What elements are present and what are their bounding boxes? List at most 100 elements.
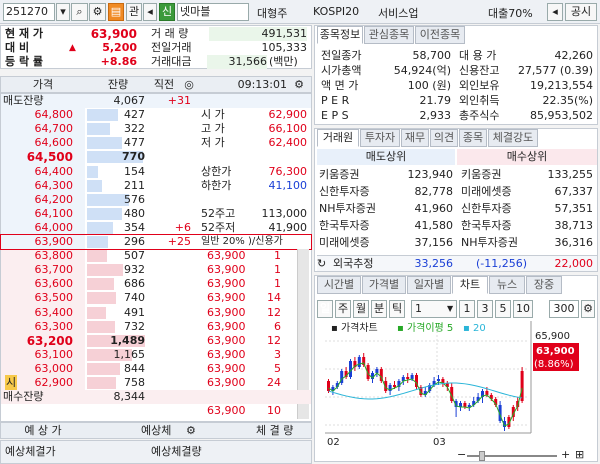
tab-chart-1[interactable]: 가격별 [362,276,406,294]
bid-row[interactable]: 63,600 686 [1,277,201,291]
interval-5-button[interactable]: 5 [495,300,511,318]
info-label: 저 가 [201,136,225,149]
period-month-button[interactable]: 월 [353,300,369,318]
tab-broker-5[interactable]: 체결강도 [488,129,538,147]
tab-broker-4[interactable]: 종목 [459,129,487,147]
up-triangle-icon: ▲ [69,43,76,53]
settings-icon[interactable]: ⚙ [291,77,307,93]
tab-broker-1[interactable]: 투자자 [360,129,400,147]
chart-panel: 시간별 가격별 일자별 차트 뉴스 장중 일 주 월 분 틱 1 ▼ 1 3 5 10 3… [314,275,598,462]
foreign-row: ↻ 외국추정 33,256 (-11,256) 22,000 [317,255,597,271]
foreign-net: (-11,256) [475,257,527,270]
bid-qty: 740 [124,291,145,304]
candle-body [437,379,440,381]
buy-broker-name: 한국투자증 [461,219,512,232]
sell-broker-qty: 41,960 [414,202,454,215]
sector-index: KOSPI20 [313,5,360,18]
tab-chart-3[interactable]: 차트 [452,276,488,294]
ask-row[interactable]: 64,500 770 [1,150,311,164]
count-input[interactable]: 300 [549,300,579,318]
period-minute-button[interactable]: 분 [371,300,387,318]
buy-broker-name: 신한투자증 [461,202,512,215]
time-display: 09:13:01 [237,78,287,91]
gwan-arrow-icon[interactable]: ◂ [143,3,157,21]
clock-icon[interactable]: ◎ [181,77,197,93]
tab-broker-2[interactable]: 재무 [401,129,429,147]
interval-10-button[interactable]: 10 [513,300,533,318]
expected-label: 예상체 [141,424,172,437]
stock-name-field[interactable]: 넷마블 [177,3,249,21]
tab-broker-0[interactable]: 거래원 [317,129,359,147]
rate-value: +8.86 [100,55,137,68]
tab-watchlist[interactable]: 관심종목 [364,26,414,44]
zoom-reset-icon[interactable]: ⊞ [575,448,584,461]
bid-row[interactable]: 63,000 844 [1,362,201,376]
sell-broker-qty: 41,580 [414,219,454,232]
info-left-label: 전일종가 [321,49,362,62]
credit-badge: 신 [159,3,175,21]
volume-label: 거 래 량 [151,27,189,40]
legend-price: ▪ 가격차트 [331,321,378,334]
period-tick-button[interactable]: 틱 [389,300,405,318]
foreign-sell: 33,256 [414,257,454,270]
bid-total-row: 매수잔량 8,344 [1,390,311,404]
buy-broker-name: 키움증권 [461,168,502,181]
candle-body [393,385,396,387]
candle-body [357,357,361,367]
expected-price-label: 예 상 가 [24,424,62,437]
settings-icon[interactable]: ⚙ [186,423,200,439]
info-left-value: 54,924(억) [393,64,451,77]
price-label: 현 재 가 [5,27,44,40]
bid-row[interactable]: 63,300 732 [1,320,201,334]
zoom-out-icon[interactable]: − [457,448,466,461]
info-value: 62,400 [268,136,308,149]
candle-body [485,391,489,395]
price-chart[interactable]: ▪ 가격차트 ▪ 가격이평 5 ▪ 20 65,900 63,900 (8.86%) 02 0… [317,321,597,451]
prev-volume-label: 전일거래 [151,41,192,54]
refresh-icon[interactable]: ↻ [317,256,331,272]
bid-row[interactable]: 63,100 1,165 [1,348,201,362]
info-value: 41,100 [268,179,308,192]
bid-row[interactable]: 63,200 1,489 [1,334,201,348]
tab-stock-info[interactable]: 종목정보 [317,26,363,44]
gwan-icon[interactable]: ▤ [108,3,124,21]
tab-chart-5[interactable]: 장중 [526,276,562,294]
search-icon[interactable]: ⌕ [71,3,88,21]
disclosure-button[interactable]: 공시 [565,3,597,21]
sell-broker-name: 한국투자증 [319,219,370,232]
code-dropdown-icon[interactable]: ▾ [56,3,70,21]
bid-row[interactable]: 62,900 758 시 [1,375,201,391]
tab-chart-4[interactable]: 뉴스 [489,276,525,294]
info-left-label: 시가총액 [321,64,362,77]
info-left-label: P E R [321,94,350,107]
prev-arrow-icon[interactable]: ◂ [547,3,563,21]
orderbook-footer: 예 상 가 예상체 ⚙ 체 결 량 [0,422,312,439]
info-right-label: 신용잔고 [459,64,500,77]
zoom-handle[interactable] [479,451,485,461]
interval-3-button[interactable]: 3 [477,300,493,318]
settings-icon[interactable]: ⚙ [89,3,106,21]
period-week-button[interactable]: 주 [335,300,351,318]
tab-previous[interactable]: 이전종목 [415,26,465,44]
tab-chart-2[interactable]: 일자별 [407,276,451,294]
tab-chart-0[interactable]: 시간별 [317,276,361,294]
info-left-value: 21.79 [419,94,452,107]
buy-broker-qty: 67,337 [554,185,594,198]
gwan-button[interactable]: 관 [126,3,142,21]
bid-row[interactable]: 63,500 740 [1,291,201,305]
bid-row[interactable]: 63,800 507 [1,249,201,263]
change-value: 5,200 [102,41,137,54]
buy-broker-qty: 57,351 [554,202,594,215]
stock-code-input[interactable]: 251270 [3,3,55,21]
ask-row[interactable]: 64,200 576 [1,193,311,207]
bid-price: 63,500 [34,291,74,304]
bid-row[interactable]: 63,400 491 [1,306,201,320]
tab-broker-3[interactable]: 의견 [430,129,458,147]
zoom-in-icon[interactable]: + [561,448,570,461]
chart-scrollbar[interactable]: − + ⊞ [317,448,597,461]
bid-row[interactable]: 63,700 932 [1,263,201,277]
interval-1-button[interactable]: 1 [459,300,475,318]
sell-broker-qty: 82,778 [414,185,454,198]
period-day-button[interactable]: 일 [317,300,333,318]
chart-settings-icon[interactable]: ⚙ [581,300,595,318]
